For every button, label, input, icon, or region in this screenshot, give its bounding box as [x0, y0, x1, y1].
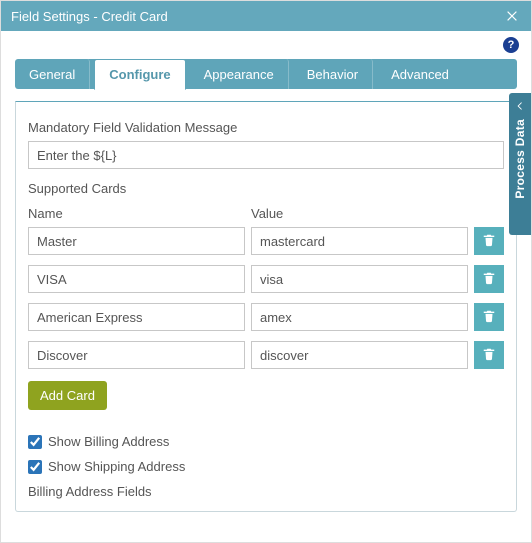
dialog-content: General Configure Appearance Behavior Ad… [1, 53, 531, 526]
tab-configure[interactable]: Configure [94, 59, 185, 90]
trash-icon [482, 271, 496, 288]
show-shipping-label: Show Shipping Address [48, 459, 185, 474]
card-row [28, 265, 504, 293]
field-settings-dialog: Field Settings - Credit Card ? Process D… [0, 0, 532, 543]
col-header-name: Name [28, 206, 245, 221]
card-value-input[interactable] [251, 341, 468, 369]
side-tab-label: Process Data [513, 119, 527, 199]
show-billing-checkbox[interactable] [28, 435, 42, 449]
card-name-input[interactable] [28, 341, 245, 369]
cards-columns-header: Name Value [28, 206, 504, 221]
mandatory-msg-input[interactable] [28, 141, 504, 169]
delete-card-button[interactable] [474, 227, 504, 255]
help-icon[interactable]: ? [503, 37, 519, 53]
trash-icon [482, 309, 496, 326]
delete-card-button[interactable] [474, 341, 504, 369]
trash-icon [482, 233, 496, 250]
titlebar: Field Settings - Credit Card [1, 1, 531, 31]
show-shipping-checkbox[interactable] [28, 460, 42, 474]
col-header-value: Value [251, 206, 468, 221]
cards-rows [28, 227, 504, 369]
tab-behavior[interactable]: Behavior [293, 59, 373, 89]
delete-card-button[interactable] [474, 265, 504, 293]
show-billing-label: Show Billing Address [48, 434, 169, 449]
card-row [28, 227, 504, 255]
process-data-side-tab[interactable]: Process Data [509, 93, 531, 235]
card-name-input[interactable] [28, 303, 245, 331]
card-value-input[interactable] [251, 265, 468, 293]
card-value-input[interactable] [251, 303, 468, 331]
help-row: ? [1, 31, 531, 53]
tab-bar: General Configure Appearance Behavior Ad… [15, 59, 517, 89]
card-row [28, 303, 504, 331]
add-card-button[interactable]: Add Card [28, 381, 107, 410]
card-row [28, 341, 504, 369]
card-name-input[interactable] [28, 227, 245, 255]
tab-appearance[interactable]: Appearance [190, 59, 289, 89]
configure-panel: Mandatory Field Validation Message Suppo… [15, 101, 517, 512]
dialog-title: Field Settings - Credit Card [11, 9, 503, 24]
supported-cards-label: Supported Cards [28, 181, 504, 196]
close-icon[interactable] [503, 7, 521, 25]
delete-card-button[interactable] [474, 303, 504, 331]
card-value-input[interactable] [251, 227, 468, 255]
tab-advanced[interactable]: Advanced [377, 59, 463, 89]
tab-general[interactable]: General [15, 59, 90, 89]
mandatory-msg-label: Mandatory Field Validation Message [28, 120, 504, 135]
trash-icon [482, 347, 496, 364]
card-name-input[interactable] [28, 265, 245, 293]
billing-fields-label: Billing Address Fields [28, 484, 504, 499]
chevron-left-icon [513, 99, 527, 113]
